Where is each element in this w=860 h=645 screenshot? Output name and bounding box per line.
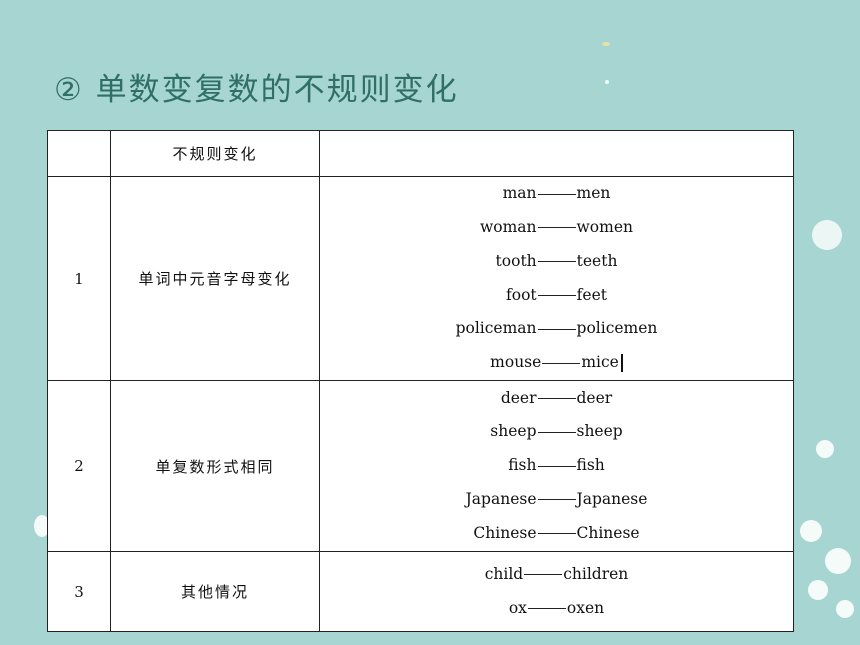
dash-separator bbox=[537, 193, 576, 195]
irregular-plural-table: 不规则变化 1 单词中元音字母变化 man men woman women toot… bbox=[47, 130, 794, 632]
header-cell-examples bbox=[319, 130, 794, 177]
dash-separator bbox=[537, 295, 576, 296]
plural-word: policemen bbox=[576, 319, 658, 338]
leaf-decoration bbox=[602, 42, 610, 46]
example-list: child children ox oxen bbox=[319, 551, 794, 632]
dash-separator bbox=[537, 227, 576, 229]
table-header-row: 不规则变化 bbox=[47, 130, 794, 177]
word-pair: child children bbox=[320, 558, 793, 592]
text-cursor bbox=[620, 354, 623, 373]
blossom-decoration bbox=[836, 600, 854, 618]
dash-separator bbox=[537, 261, 576, 263]
singular-word: fish bbox=[508, 456, 537, 475]
header-cell-number bbox=[47, 130, 111, 177]
singular-word: mouse bbox=[490, 353, 542, 372]
plural-word: Chinese bbox=[576, 523, 640, 542]
plural-word: teeth bbox=[576, 251, 618, 270]
word-pair: woman women bbox=[320, 211, 793, 245]
singular-word: policeman bbox=[455, 319, 537, 338]
word-pair: deer deer bbox=[320, 382, 793, 416]
blossom-decoration bbox=[816, 440, 834, 458]
example-list: deer deer sheep sheep fish fish Japanese Jap… bbox=[319, 380, 794, 552]
singular-word: woman bbox=[480, 217, 537, 236]
plural-word: feet bbox=[576, 285, 607, 304]
singular-word: man bbox=[502, 184, 537, 203]
plural-word: deer bbox=[576, 388, 613, 407]
singular-word: foot bbox=[506, 285, 537, 304]
singular-word: Chinese bbox=[473, 523, 537, 542]
plural-word: sheep bbox=[576, 422, 623, 441]
header-cell-rule: 不规则变化 bbox=[110, 130, 320, 177]
row-rule: 单词中元音字母变化 bbox=[110, 176, 320, 381]
dash-separator bbox=[537, 533, 576, 535]
dash-separator bbox=[537, 465, 576, 467]
singular-word: ox bbox=[508, 598, 527, 617]
row-number: 2 bbox=[47, 380, 111, 552]
example-list: man men woman women tooth teeth foot feet po… bbox=[319, 176, 794, 381]
dash-separator bbox=[527, 608, 566, 609]
dash-separator bbox=[542, 362, 581, 364]
page-title: ② 单数变复数的不规则变化 bbox=[54, 72, 459, 108]
table-row: 1 单词中元音字母变化 man men woman women tooth teeth… bbox=[47, 176, 794, 381]
plural-word: oxen bbox=[566, 598, 605, 617]
row-rule: 其他情况 bbox=[110, 551, 320, 632]
row-number: 1 bbox=[47, 176, 111, 381]
blossom-decoration bbox=[808, 580, 828, 600]
blossom-decoration bbox=[800, 520, 822, 542]
singular-word: tooth bbox=[495, 251, 537, 270]
singular-word: Japanese bbox=[465, 489, 537, 508]
blossom-decoration bbox=[812, 220, 842, 250]
word-pair: mouse mice bbox=[320, 346, 793, 380]
word-pair: policeman policemen bbox=[320, 312, 793, 346]
plural-word: Japanese bbox=[576, 489, 648, 508]
word-pair: man men bbox=[320, 177, 793, 211]
dash-separator bbox=[537, 328, 576, 330]
plural-word: men bbox=[576, 184, 611, 203]
plural-word: fish bbox=[576, 456, 605, 475]
row-number: 3 bbox=[47, 551, 111, 632]
singular-word: sheep bbox=[490, 422, 537, 441]
dash-separator bbox=[524, 574, 563, 576]
plural-word: mice bbox=[581, 353, 619, 372]
word-pair: ox oxen bbox=[320, 592, 793, 626]
dash-separator bbox=[537, 431, 576, 433]
word-pair: Japanese Japanese bbox=[320, 483, 793, 517]
blossom-decoration bbox=[605, 80, 609, 84]
singular-word: deer bbox=[500, 388, 537, 407]
table-row: 2 单复数形式相同 deer deer sheep sheep fish fish J… bbox=[47, 380, 794, 552]
word-pair: fish fish bbox=[320, 449, 793, 483]
word-pair: Chinese Chinese bbox=[320, 517, 793, 551]
dash-separator bbox=[537, 398, 576, 399]
word-pair: sheep sheep bbox=[320, 415, 793, 449]
singular-word: child bbox=[484, 564, 524, 583]
word-pair: foot feet bbox=[320, 279, 793, 313]
plural-word: children bbox=[563, 564, 629, 583]
row-rule: 单复数形式相同 bbox=[110, 380, 320, 552]
blossom-decoration bbox=[825, 548, 851, 574]
dash-separator bbox=[537, 499, 576, 501]
plural-word: women bbox=[576, 217, 633, 236]
word-pair: tooth teeth bbox=[320, 245, 793, 279]
table-row: 3 其他情况 child children ox oxen bbox=[47, 551, 794, 632]
